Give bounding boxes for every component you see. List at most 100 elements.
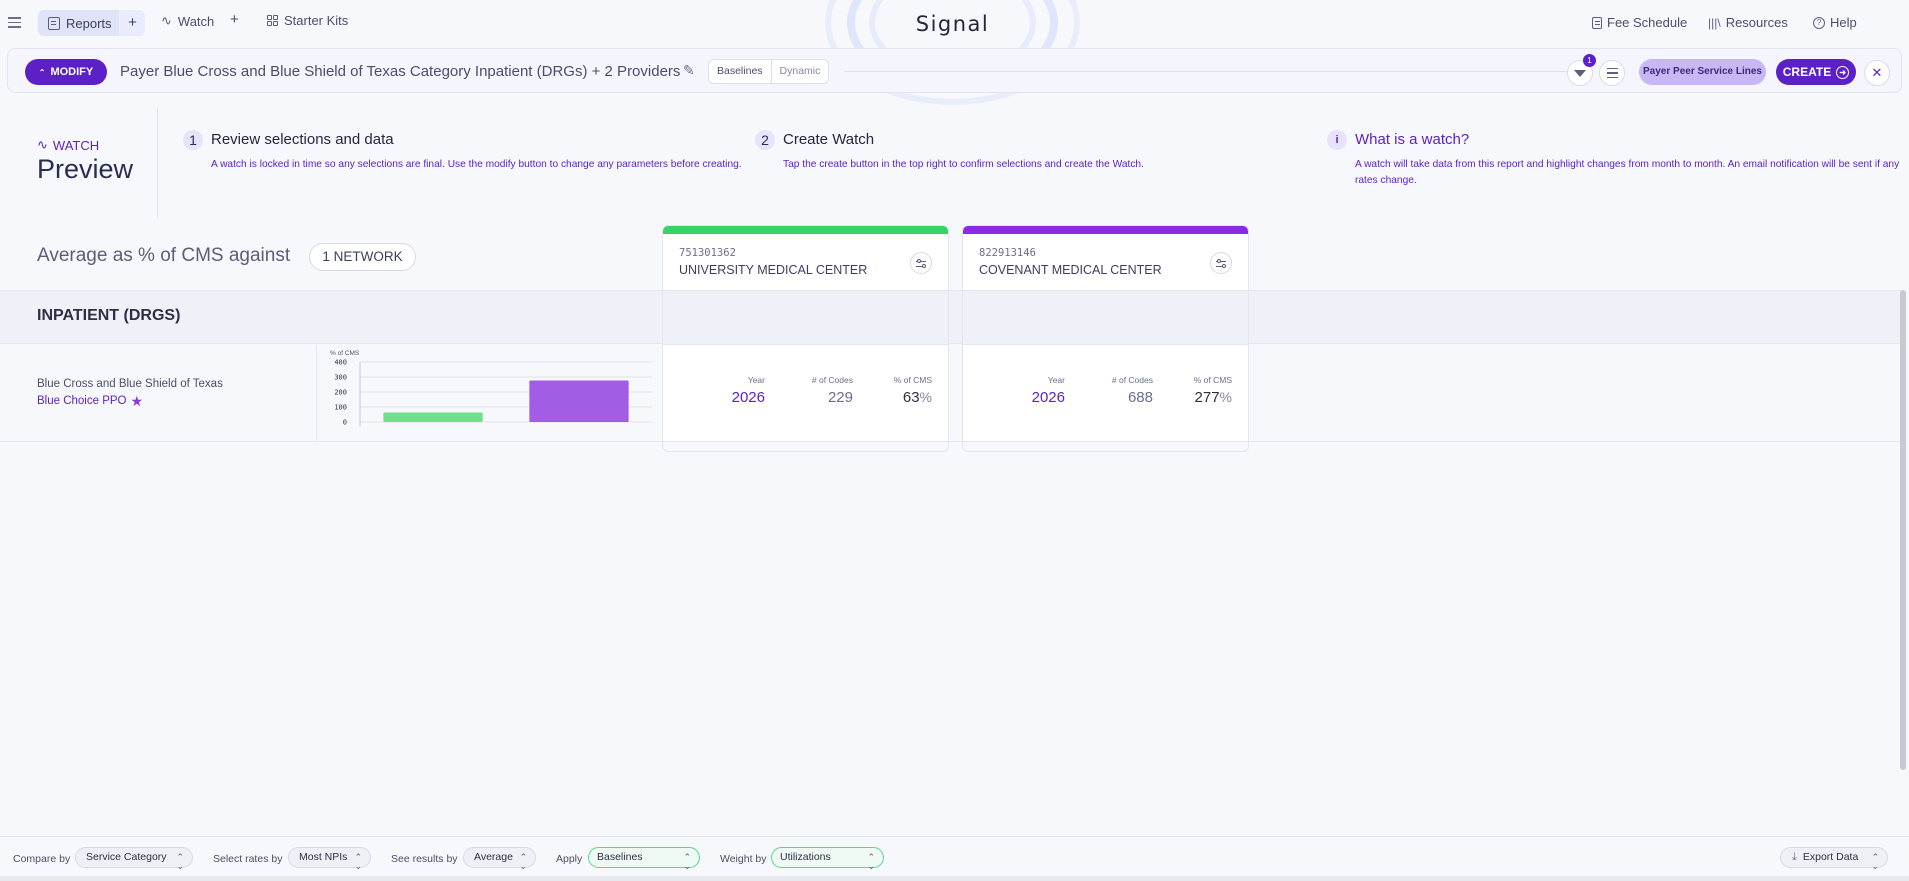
see-results-value: Average [474,851,513,863]
compare-by-select[interactable]: Service Category ⌃ ⌄ [75,847,193,871]
list-view-button[interactable] [1599,60,1625,86]
step-heading: Review selections and data [211,131,394,148]
percent-of-cms-chart: % of CMS 0 100 200 300 400 [330,350,652,427]
payer-name: Blue Cross and Blue Shield of Texas [37,378,223,390]
add-report-button[interactable]: + [119,10,145,36]
top-nav: Reports + ∿ Watch + Starter Kits Signal … [0,0,1909,105]
pulse-icon: ∿ [37,137,48,152]
page-title: Preview [37,154,134,184]
step-number: 2 [755,130,775,150]
chart-y-tick-label: 0 [343,419,347,427]
chart-divider [316,345,317,441]
resources-label: Resources [1725,15,1788,30]
tab-watch[interactable]: ∿ Watch [161,13,214,29]
weight-by-select[interactable]: Utilizations ⌃ ⌄ [771,847,884,871]
metric-label: Year [1047,375,1065,385]
download-icon: ⤓ [1792,851,1797,863]
metric-label: # of Codes [811,375,853,385]
help-link[interactable]: ? Help [1813,15,1857,30]
category-band [0,290,1901,344]
tab-starter-kits-label: Starter Kits [284,13,349,28]
chevron-up-icon: ⌃ [38,67,46,77]
step-description: A watch will take data from this report … [1355,159,1900,186]
select-rates-select[interactable]: Most NPIs ⌃ ⌄ [288,847,371,871]
tab-reports[interactable]: Reports + [38,10,145,36]
row-divider [0,441,1901,442]
provider-settings-button[interactable] [1210,252,1232,274]
export-data-button[interactable]: ⤓ Export Data ⌃ ⌄ [1780,847,1888,871]
create-button[interactable]: CREATE ➜ [1776,59,1856,85]
divider [157,108,158,218]
bottom-edge [0,876,1909,881]
category-title: INPATIENT (DRGS) [37,307,181,324]
payer-peer-service-lines-button[interactable]: Payer Peer Service Lines [1639,59,1766,85]
weight-by-label: Weight by [720,853,767,865]
metric-value: 2026 [731,389,765,406]
plan-name[interactable]: Blue Choice PPO ★ [37,394,144,408]
metric-label: # of Codes [1111,375,1153,385]
provider-category-band [963,291,1248,345]
chevron-updown-icon: ⌃ ⌄ [683,852,691,871]
step-number: 1 [183,130,203,150]
chevron-updown-icon: ⌃ ⌄ [867,852,875,871]
metric-value: 688 [1127,389,1153,406]
average-label: Average as % of CMS against [37,245,291,266]
filter-button[interactable]: 1 [1567,54,1596,86]
close-button[interactable]: ✕ [1864,60,1890,86]
see-results-select[interactable]: Average ⌃ ⌄ [463,847,536,871]
network-count-pill[interactable]: 1 NETWORK [309,243,416,271]
chart-y-tick-label: 300 [334,374,347,382]
tab-watch-label: Watch [177,13,215,29]
chart-y-tick-label: 100 [334,404,347,412]
help-icon: ? [1813,16,1825,29]
metric-codes: # of Codes 229 [812,375,853,406]
document-icon [1592,16,1602,29]
chart-bar[interactable] [529,380,629,422]
close-icon: ✕ [1871,65,1883,80]
apply-select[interactable]: Baselines ⌃ ⌄ [588,847,700,871]
add-watch-button[interactable]: + [230,11,239,28]
library-icon: |||\ [1708,15,1721,30]
modify-button[interactable]: ⌃ MODIFY [25,59,107,85]
arrow-right-icon: ➜ [1836,65,1850,79]
provider-card-header: 822913146 COVENANT MEDICAL CENTER [963,234,1248,291]
fee-schedule-label: Fee Schedule [1607,15,1688,30]
tab-reports-label: Reports [66,15,112,31]
star-icon[interactable]: ★ [131,394,144,408]
grid-icon [267,15,278,26]
create-label: CREATE [1782,65,1832,79]
toggle-baselines[interactable]: Baselines [709,60,771,83]
chart-bar[interactable] [383,412,483,422]
metric-pct: % of CMS 277% [1194,375,1232,406]
metric-value: 63% [894,389,932,406]
compare-by-value: Service Category [86,851,167,863]
pulse-icon: ∿ [161,13,172,28]
step-heading: What is a watch? [1355,131,1470,148]
provider-name: UNIVERSITY MEDICAL CENTER [679,263,868,277]
metric-codes: # of Codes 688 [1112,375,1153,406]
menu-icon[interactable] [8,14,24,30]
step-description: Tap the create button in the top right t… [783,159,1144,170]
fee-schedule-link[interactable]: Fee Schedule [1592,15,1687,30]
provider-color-bar [963,226,1248,234]
provider-npi: 751301362 [679,247,736,259]
resources-link[interactable]: |||\ Resources [1708,15,1788,30]
metric-label: % of CMS [1193,375,1232,385]
provider-settings-button[interactable] [910,252,932,274]
baseline-toggle[interactable]: Baselines Dynamic [708,59,830,84]
help-label: Help [1830,15,1857,30]
chevron-updown-icon: ⌃ ⌄ [519,852,527,871]
compare-by-label: Compare by [13,853,71,865]
pct-value: 63 [902,389,920,406]
provider-card: 751301362 UNIVERSITY MEDICAL CENTER Year… [662,225,949,452]
vertical-scrollbar[interactable] [1900,290,1906,770]
provider-npi: 822913146 [979,247,1036,259]
chevron-updown-icon: ⌃ ⌄ [1871,852,1879,871]
edit-pencil-icon[interactable]: ✎ [683,62,695,79]
provider-card: 822913146 COVENANT MEDICAL CENTER Year 2… [962,225,1249,452]
tab-starter-kits[interactable]: Starter Kits [267,13,348,28]
toggle-dynamic[interactable]: Dynamic [770,60,829,83]
step-description: A watch is locked in time so any selecti… [211,159,742,170]
filter-icon [1574,69,1586,77]
logo-text: Signal [915,12,990,36]
